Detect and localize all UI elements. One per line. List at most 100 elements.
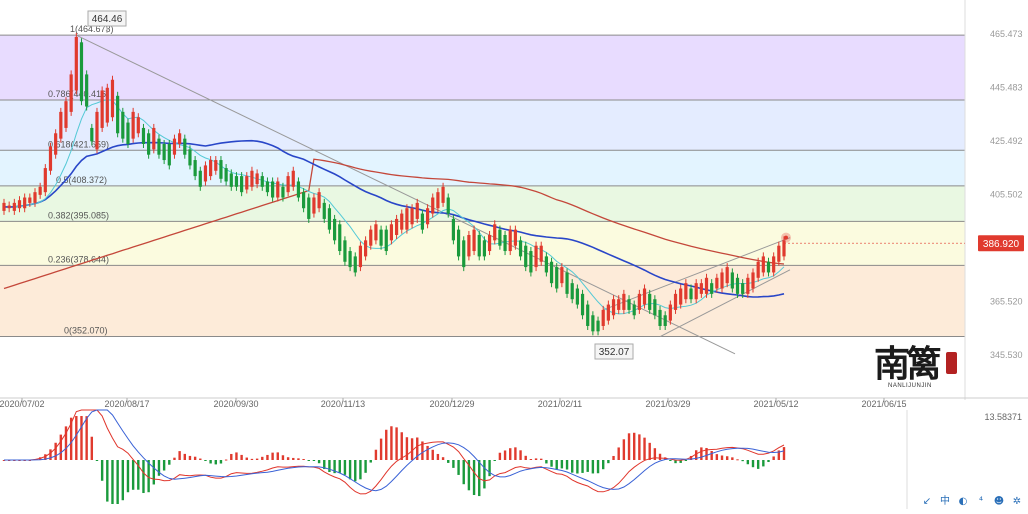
candle-body <box>147 133 151 155</box>
macd-histogram-bar <box>59 434 63 460</box>
macd-histogram-bar <box>80 416 83 460</box>
macd-histogram-bar <box>767 460 770 463</box>
candle-body <box>462 240 466 268</box>
candle-body <box>684 283 688 300</box>
macd-histogram-bar <box>488 460 491 477</box>
candle-body <box>704 277 709 294</box>
macd-histogram-bar <box>503 450 507 460</box>
toolbar-button-settings[interactable]: ✲ <box>1010 495 1024 509</box>
macd-histogram-bar <box>152 460 156 485</box>
macd-histogram-bar <box>75 416 78 460</box>
candle-body <box>178 133 182 144</box>
candle-body <box>286 176 290 193</box>
x-tick-label: 2020/09/30 <box>213 399 258 409</box>
candle-body <box>710 283 714 294</box>
candle-body <box>281 186 285 198</box>
macd-histogram-bar <box>741 460 744 462</box>
macd-histogram-bar <box>436 453 440 460</box>
toolbar-button-face[interactable]: ☻ <box>992 495 1006 509</box>
macd-histogram-bar <box>534 458 538 460</box>
macd-histogram-bar <box>581 460 584 473</box>
macd-histogram-bar <box>281 455 285 460</box>
candle-body <box>715 277 719 289</box>
macd-histogram-bar <box>359 460 362 480</box>
candle-body <box>425 208 430 225</box>
macd-histogram-bar <box>111 460 114 504</box>
toolbar-button-zoom[interactable]: ↙ <box>920 495 934 509</box>
toolbar-button-period[interactable]: ⁴ <box>974 495 988 509</box>
macd-histogram-bar <box>90 436 94 460</box>
current-price-label: 386.920 <box>983 239 1020 250</box>
macd-histogram-bar <box>571 460 574 473</box>
candle-body <box>33 192 37 203</box>
candle-body <box>642 288 647 305</box>
macd-histogram-bar <box>255 458 259 460</box>
macd-histogram-bar <box>126 460 130 493</box>
candle-body <box>436 192 440 209</box>
x-tick-label: 2020/07/02 <box>0 399 45 409</box>
watermark-sub-text: NANLIJUNJIN <box>888 383 932 389</box>
candle-body <box>441 186 445 203</box>
candle-body <box>348 251 352 268</box>
candle-body <box>415 202 419 219</box>
candle-body <box>307 197 311 219</box>
macd-histogram-bar <box>736 459 739 461</box>
toolbar-button-lang[interactable]: 中 <box>938 495 952 509</box>
candle-body <box>782 240 786 257</box>
macd-histogram-bar <box>379 438 383 460</box>
fib-label-0.382: 0.382(395.085) <box>48 210 109 220</box>
candle-body <box>560 267 564 284</box>
macd-histogram-bar <box>261 456 264 460</box>
candle-body <box>260 176 264 187</box>
candle-body <box>276 181 280 198</box>
candle-body <box>394 218 399 235</box>
candle-body <box>549 261 554 284</box>
candle-body <box>250 170 254 187</box>
macd-histogram-bar <box>235 452 238 460</box>
toolbar-button-theme[interactable]: ◐ <box>956 495 970 509</box>
x-tick-label: 2020/08/17 <box>104 399 149 409</box>
candle-body <box>126 122 130 144</box>
macd-histogram-bar <box>178 451 181 460</box>
candle-body <box>539 245 543 262</box>
candle-body <box>374 224 378 241</box>
macd-histogram-bar <box>540 458 543 460</box>
chart-canvas[interactable]: 1(464.673)0.786(440.416)0.618(421.659)0.… <box>0 0 1028 509</box>
candle-body <box>493 224 497 241</box>
candle-body <box>565 272 569 294</box>
macd-histogram-bar <box>302 458 305 460</box>
candle-body <box>69 74 73 112</box>
macd-histogram-bar <box>426 445 429 460</box>
candle-body <box>131 111 135 139</box>
macd-histogram-bar <box>441 457 445 460</box>
macd-histogram-bar <box>493 460 496 461</box>
candle-body <box>17 200 22 209</box>
macd-histogram-bar <box>131 460 135 490</box>
candle-body <box>720 272 724 289</box>
macd-histogram-bar <box>607 460 610 464</box>
candle-body <box>601 309 605 326</box>
candle-body <box>265 181 270 193</box>
macd-histogram-bar <box>622 439 626 460</box>
candle-body <box>777 245 781 262</box>
candle-body <box>255 173 259 185</box>
candle-body <box>766 261 771 273</box>
candle-body <box>632 304 636 316</box>
candle-body <box>198 170 202 187</box>
chart[interactable]: 1(464.673) 0.786(440.416) 0.618(421.659) 0.… <box>0 0 1028 509</box>
candle-body <box>100 90 104 128</box>
macd-histogram-bar <box>782 447 786 460</box>
macd-histogram-bar <box>230 453 233 460</box>
current-price-dot <box>784 235 788 240</box>
candle-body <box>751 272 755 289</box>
macd-histogram-bar <box>162 460 166 471</box>
candle-body <box>622 293 626 310</box>
candle-body <box>317 192 321 209</box>
candle-body <box>379 229 383 246</box>
macd-histogram-bar <box>648 442 651 460</box>
macd-histogram-bar <box>550 460 553 467</box>
candle-body <box>451 218 456 241</box>
watermark-seal <box>946 352 957 374</box>
candle-body <box>240 176 244 193</box>
macd-histogram-bar <box>617 447 620 460</box>
